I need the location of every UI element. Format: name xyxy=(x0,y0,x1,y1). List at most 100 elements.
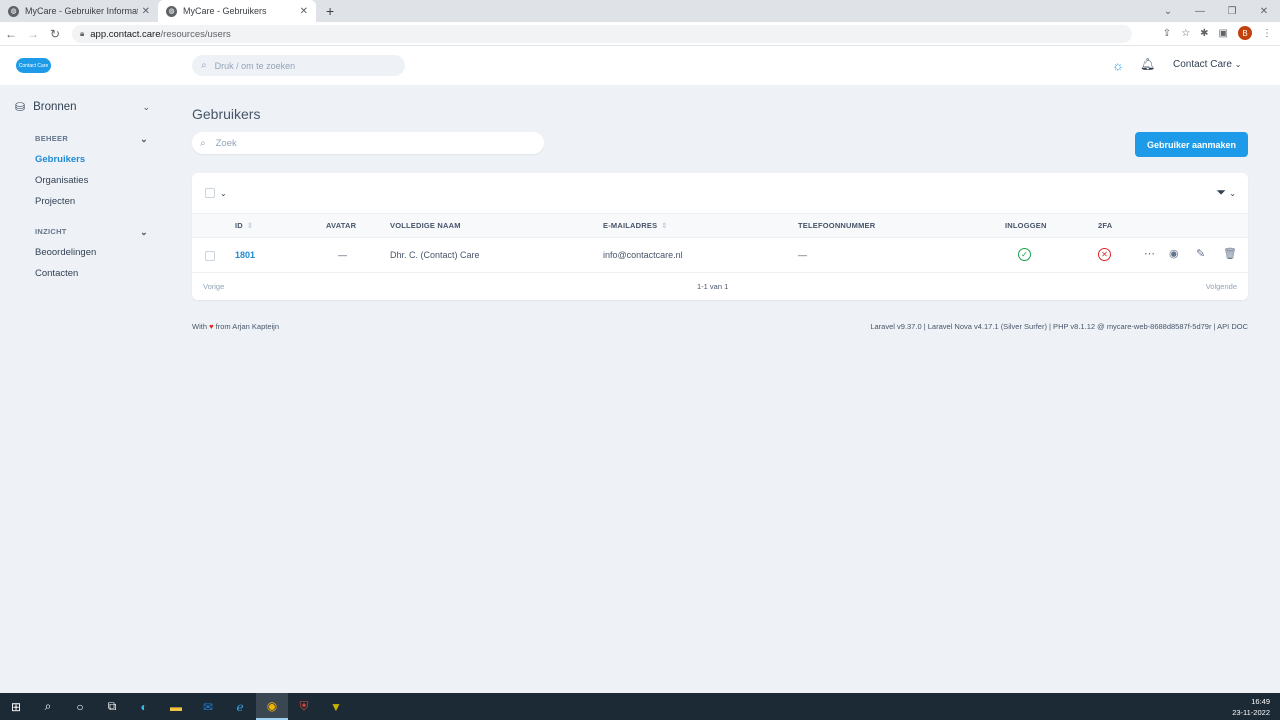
sidebar-section-bronnen[interactable]: ⛁ Bronnen ⌄ xyxy=(15,100,150,114)
sort-icon[interactable]: ⇕ xyxy=(247,221,253,230)
theme-toggle-sun-icon[interactable]: ☼ xyxy=(1112,58,1124,73)
chevron-down-icon: ⌄ xyxy=(142,101,150,112)
outlook-icon[interactable]: ✉ xyxy=(192,693,224,720)
footer-version-info: Laravel v9.37.0 | Laravel Nova v4.17.1 (… xyxy=(870,322,1248,331)
sidebar-group-label: INZICHT xyxy=(35,227,67,236)
trash-icon[interactable]: 🗑︎ xyxy=(1223,247,1237,260)
kebab-menu-icon[interactable]: ⋮ xyxy=(1262,28,1272,39)
bell-icon[interactable]: 🔔︎ xyxy=(1140,57,1155,71)
next-page-button[interactable]: Volgende xyxy=(1206,282,1237,291)
edge-icon[interactable]: ◐ xyxy=(128,693,160,720)
brand-logo[interactable]: Contact Care xyxy=(16,58,51,73)
pagination: Vorige 1-1 van 1 Volgende xyxy=(192,273,1248,300)
sidepanel-icon[interactable]: ▣ xyxy=(1219,28,1228,39)
eye-icon[interactable]: ◉ xyxy=(1169,247,1179,260)
check-circle-icon: ✓ xyxy=(1018,248,1031,261)
row-name: Dhr. C. (Contact) Care xyxy=(390,250,480,260)
browser-tab-bar: ◍ MyCare - Gebruiker Informatie: C ✕ ◍ M… xyxy=(0,0,1280,22)
sidebar-group-label: BEHEER xyxy=(35,134,69,143)
clock-time: 16:49 xyxy=(1251,697,1270,706)
address-bar: ← → ↻ 🔒︎ app.contact.care/resources/user… xyxy=(0,22,1280,46)
restore-button[interactable]: ❐ xyxy=(1216,0,1248,22)
window-controls: ⌄ — ❐ ✕ xyxy=(1152,0,1280,22)
user-menu-label: Contact Care xyxy=(1173,59,1232,70)
share-icon[interactable]: ⇪ xyxy=(1163,28,1171,39)
minimize-button[interactable]: — xyxy=(1184,0,1216,22)
column-label: E-MAILADRES xyxy=(603,221,658,230)
column-phone: TELEFOONNUMMER xyxy=(798,221,876,230)
select-all-checkbox[interactable] xyxy=(205,188,215,198)
footer-credit-pre: With xyxy=(192,322,207,331)
row-phone: — xyxy=(798,250,807,260)
search-icon[interactable]: ⌕ xyxy=(32,693,64,720)
close-icon[interactable]: ✕ xyxy=(300,6,308,17)
system-clock[interactable]: 16:49 23-11-2022 xyxy=(1232,696,1270,718)
sidebar-group-beheer[interactable]: BEHEER ⌄ xyxy=(35,134,148,144)
shield-app-icon[interactable]: ⛨ xyxy=(288,693,320,720)
close-window-button[interactable]: ✕ xyxy=(1248,0,1280,22)
tab-search-button[interactable]: ⌄ xyxy=(1152,0,1184,22)
column-avatar: AVATAR xyxy=(326,221,357,230)
internet-explorer-icon[interactable]: ℯ xyxy=(224,693,256,720)
url-host: app.contact.care xyxy=(90,28,161,40)
resource-search-input[interactable]: ⌕ Zoek xyxy=(192,132,544,154)
column-id[interactable]: ID ⇕ xyxy=(235,221,253,230)
row-id-link[interactable]: 1801 xyxy=(235,250,255,260)
globe-icon: ◍ xyxy=(166,5,177,17)
select-all[interactable]: ⌄ xyxy=(205,188,227,198)
browser-tab-user-info[interactable]: ◍ MyCare - Gebruiker Informatie: C ✕ xyxy=(0,0,158,22)
sidebar-group-inzicht[interactable]: INZICHT ⌄ xyxy=(35,227,148,237)
sort-icon[interactable]: ⇕ xyxy=(661,221,667,230)
file-explorer-icon[interactable]: ▬ xyxy=(160,693,192,720)
url-field[interactable]: 🔒︎ app.contact.care/resources/users xyxy=(72,25,1132,43)
global-search-input[interactable]: ⌕ Druk / om te zoeken xyxy=(192,55,405,76)
resource-table-card: ⌄ ⏷ ⌄ ID ⇕ AVATAR VOLLEDIGE NAAM E-MAILAD… xyxy=(192,173,1248,300)
create-user-button[interactable]: Gebruiker aanmaken xyxy=(1135,132,1248,157)
windows-taskbar: ⊞ ⌕ ○ ⧉ ◐ ▬ ✉ ℯ ◉ ⛨ ▼ 16:49 23-11-2022 xyxy=(0,693,1280,720)
lock-icon: 🔒︎ xyxy=(80,29,85,38)
profile-avatar[interactable]: B xyxy=(1238,26,1252,40)
search-icon: ⌕ xyxy=(201,60,207,71)
sidebar-item-contacten[interactable]: Contacten xyxy=(35,268,78,279)
task-view-icon[interactable]: ⧉ xyxy=(96,693,128,720)
more-actions-icon[interactable]: ⋯ xyxy=(1144,247,1155,260)
star-icon[interactable]: ☆ xyxy=(1181,28,1190,39)
row-avatar: — xyxy=(338,250,347,260)
chevron-down-icon[interactable]: ⌄ xyxy=(220,189,227,198)
clock-date: 23-11-2022 xyxy=(1232,708,1270,717)
column-email[interactable]: E-MAILADRES ⇕ xyxy=(603,221,668,230)
edit-icon[interactable]: ✎ xyxy=(1196,247,1205,260)
extensions-icon[interactable]: ✱ xyxy=(1200,28,1208,39)
row-email: info@contactcare.nl xyxy=(603,250,683,260)
windows-start-icon[interactable]: ⊞ xyxy=(0,693,32,720)
app-icon[interactable]: ▼ xyxy=(320,693,352,720)
sidebar-item-gebruikers[interactable]: Gebruikers xyxy=(35,154,85,165)
column-login: INLOGGEN xyxy=(1005,221,1047,230)
pagination-info: 1-1 van 1 xyxy=(697,282,729,291)
reload-icon[interactable]: ↻ xyxy=(44,27,66,41)
resource-search-placeholder: Zoek xyxy=(215,137,237,149)
cortana-icon[interactable]: ○ xyxy=(64,693,96,720)
user-menu[interactable]: Contact Care ⌄ xyxy=(1173,59,1241,70)
browser-tab-users[interactable]: ◍ MyCare - Gebruikers ✕ xyxy=(158,0,316,22)
table-row: 1801 — Dhr. C. (Contact) Care info@conta… xyxy=(192,238,1248,273)
sidebar-item-projecten[interactable]: Projecten xyxy=(35,196,75,207)
globe-icon: ◍ xyxy=(8,5,19,17)
sidebar-item-organisaties[interactable]: Organisaties xyxy=(35,175,88,186)
chrome-icon[interactable]: ◉ xyxy=(256,693,288,720)
back-arrow-icon[interactable]: ← xyxy=(0,27,22,41)
forward-arrow-icon[interactable]: → xyxy=(22,27,44,41)
app-header: Contact Care ⌕ Druk / om te zoeken ☼ 🔔︎ … xyxy=(0,46,1280,86)
prev-page-button[interactable]: Vorige xyxy=(203,282,224,291)
new-tab-button[interactable]: + xyxy=(326,3,334,19)
filter-icon[interactable]: ⏷ ⌄ xyxy=(1216,185,1236,200)
global-search-placeholder: Druk / om te zoeken xyxy=(214,60,296,71)
column-2fa: 2FA xyxy=(1098,221,1113,230)
x-circle-icon: ✕ xyxy=(1098,248,1111,261)
chevron-down-icon: ⌄ xyxy=(140,227,148,237)
chevron-down-icon: ⌄ xyxy=(1234,60,1242,69)
sidebar-item-beoordelingen[interactable]: Beoordelingen xyxy=(35,247,96,258)
tab-label: MyCare - Gebruiker Informatie: C xyxy=(25,6,138,16)
close-icon[interactable]: ✕ xyxy=(142,6,150,17)
row-checkbox[interactable] xyxy=(205,251,215,261)
